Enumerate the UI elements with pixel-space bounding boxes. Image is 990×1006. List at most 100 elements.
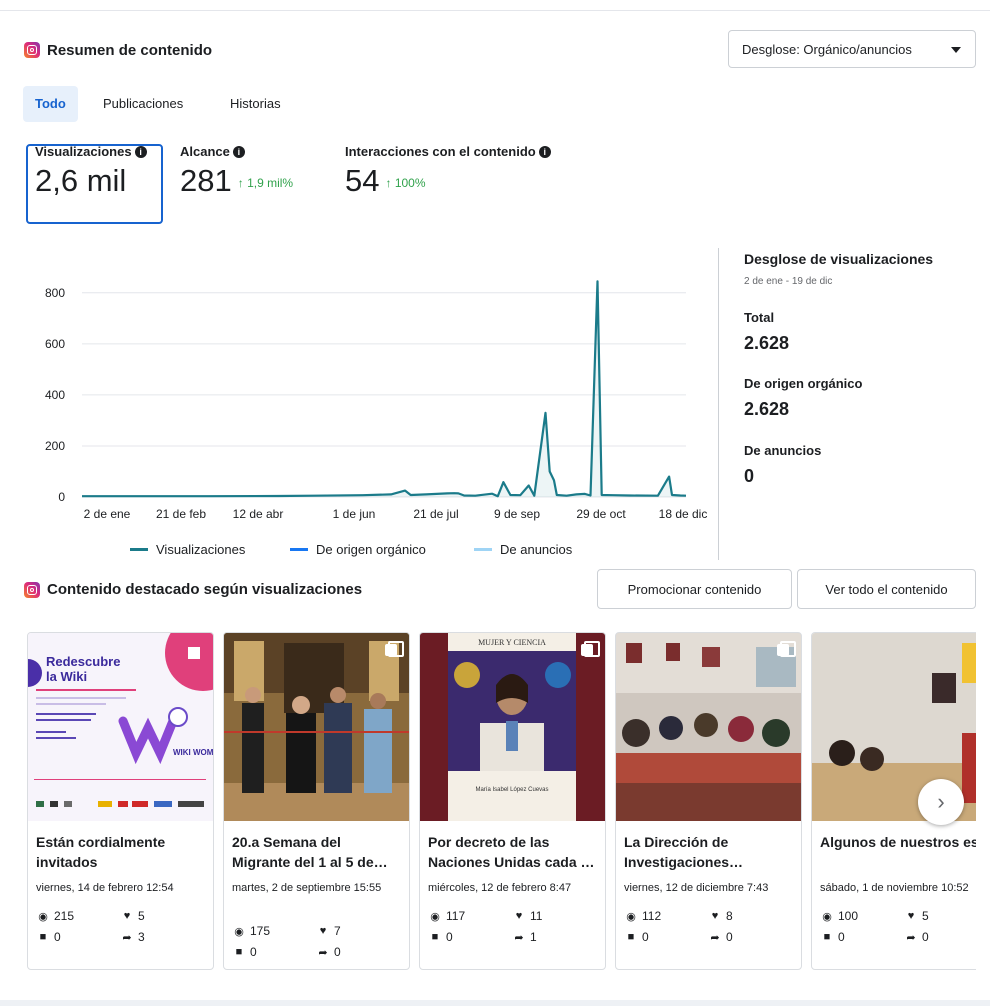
x-tick-label: 12 de abr xyxy=(233,507,284,521)
share-icon: ➦ xyxy=(906,931,916,944)
heart-icon: ♥ xyxy=(319,925,327,937)
top-divider xyxy=(0,10,990,11)
legend-views[interactable]: Visualizaciones xyxy=(130,542,245,557)
heart-icon: ♥ xyxy=(123,910,131,922)
share-icon: ➦ xyxy=(318,946,328,959)
views-count: 117 xyxy=(446,909,466,923)
comment-icon: ■ xyxy=(235,946,243,958)
eye-icon: ◉ xyxy=(430,910,440,923)
comments-count: 0 xyxy=(446,930,453,944)
shares-count: 0 xyxy=(726,930,733,944)
legend-ads[interactable]: De anuncios xyxy=(474,542,572,557)
likes-count: 5 xyxy=(138,909,145,923)
shares-stat: ➦ 3 xyxy=(120,930,144,944)
views-count: 112 xyxy=(642,909,662,923)
vertical-divider xyxy=(718,248,719,560)
share-icon: ➦ xyxy=(122,931,132,944)
views-count: 175 xyxy=(250,924,271,938)
breakdown-ads-label: De anuncios xyxy=(744,443,822,458)
breakdown-title: Desglose de visualizaciones xyxy=(744,251,934,267)
eye-icon: ◉ xyxy=(626,910,636,923)
views-count: 100 xyxy=(838,909,859,923)
likes-count: 8 xyxy=(726,909,733,923)
post-date: martes, 2 de septiembre 15:55 xyxy=(232,882,382,894)
post-title: 20.a Semana del Migrante del 1 al 5 de s… xyxy=(232,834,374,870)
share-icon: ➦ xyxy=(514,931,524,944)
comment-icon: ■ xyxy=(627,931,635,943)
y-tick-label: 400 xyxy=(45,388,65,402)
metric-interactions[interactable]: Interacciones con el contenido i 54 ↑ 100% xyxy=(345,144,551,199)
metric-interactions-value: 54 xyxy=(345,163,380,198)
carousel-post-icon xyxy=(385,641,404,657)
x-tick-label: 21 de jul xyxy=(413,507,458,521)
y-tick-label: 600 xyxy=(45,337,65,351)
comment-icon: ■ xyxy=(431,931,439,943)
breakdown-organic-label: De origen orgánico xyxy=(744,376,863,391)
comments-stat: ■ 0 xyxy=(232,945,257,959)
info-icon[interactable]: i xyxy=(134,145,147,158)
post-title: Por decreto de las Naciones Unidas cada … xyxy=(428,834,596,870)
view-all-content-button[interactable]: Ver todo el contenido xyxy=(797,569,976,609)
shares-stat: ➦ 0 xyxy=(708,930,733,944)
comments-count: 0 xyxy=(54,930,61,944)
shares-stat: ➦ 0 xyxy=(316,945,341,959)
legend-label: De origen orgánico xyxy=(316,542,426,557)
breakdown-dropdown[interactable]: Desglose: Orgánico/anuncios xyxy=(728,30,976,68)
carousel-post-icon xyxy=(777,641,796,657)
comments-stat: ■ 0 xyxy=(624,930,649,944)
poster-caption: María Isabel López Cuevas xyxy=(475,787,548,793)
eye-icon: ◉ xyxy=(822,910,832,923)
metric-reach-delta: ↑ 1,9 mil% xyxy=(237,175,294,190)
classroom-photo xyxy=(616,633,801,821)
comments-stat: ■ 0 xyxy=(820,930,845,944)
shares-stat: ➦ 0 xyxy=(904,930,928,944)
eye-icon: ◉ xyxy=(38,910,48,923)
bottom-edge xyxy=(0,1000,990,1006)
post-title: Algunos de nuestros estudiantes UTEC m..… xyxy=(820,834,990,850)
share-icon: ➦ xyxy=(710,931,720,944)
tab-todo[interactable]: Todo xyxy=(23,86,78,122)
legend-swatch xyxy=(474,548,492,551)
x-tick-label: 18 de dic xyxy=(659,507,708,521)
heart-icon: ♥ xyxy=(711,910,719,922)
y-tick-label: 0 xyxy=(58,490,65,504)
metric-interactions-label: Interacciones con el contenido xyxy=(345,144,536,159)
poster-header: MUJER Y CIENCIA xyxy=(478,638,546,647)
breakdown-organic-value: 2.628 xyxy=(744,399,790,419)
likes-stat: ♥ 5 xyxy=(120,909,145,923)
tab-publicaciones[interactable]: Publicaciones xyxy=(91,86,195,122)
post-thumbnail: MUJER Y CIENCIA María Isabel López Cueva… xyxy=(420,633,605,821)
views-stat: ◉ 215 xyxy=(36,909,74,923)
post-card[interactable]: 20.a Semana del Migrante del 1 al 5 de s… xyxy=(223,632,410,970)
tab-historias[interactable]: Historias xyxy=(218,86,293,122)
metric-views[interactable]: Visualizaciones i 2,6 mil xyxy=(35,144,147,199)
metric-reach[interactable]: Alcance i 281 ↑ 1,9 mil% xyxy=(180,144,293,199)
flyer-logo: WIKI WOMEN LAB xyxy=(173,748,213,757)
shares-count: 0 xyxy=(334,945,341,959)
views-count: 215 xyxy=(54,909,75,923)
eye-icon: ◉ xyxy=(234,925,244,938)
legend-label: Visualizaciones xyxy=(156,542,246,557)
chevron-right-icon[interactable]: › xyxy=(918,779,964,825)
post-card[interactable]: Redescubrela Wiki WIKI WOMEN LAB xyxy=(27,632,214,970)
info-icon[interactable]: i xyxy=(232,145,245,158)
post-card[interactable]: La Dirección de Investigaciones Científi… xyxy=(615,632,802,970)
breakdown-total-value: 2.628 xyxy=(744,333,790,353)
x-tick-label: 21 de feb xyxy=(156,507,206,521)
promote-content-button[interactable]: Promocionar contenido xyxy=(597,569,792,609)
post-thumbnail: Redescubrela Wiki WIKI WOMEN LAB xyxy=(28,633,213,821)
likes-stat: ♥ 8 xyxy=(708,909,733,923)
info-icon[interactable]: i xyxy=(538,145,551,158)
breakdown-total-label: Total xyxy=(744,310,775,325)
likes-stat: ♥ 7 xyxy=(316,924,341,938)
x-tick-label: 1 de jun xyxy=(333,507,376,521)
instagram-icon xyxy=(24,582,40,598)
post-date: miércoles, 12 de febrero 8:47 xyxy=(428,882,572,894)
ribbon-cutting-photo xyxy=(224,633,409,821)
comments-count: 0 xyxy=(838,930,845,944)
legend-organic[interactable]: De origen orgánico xyxy=(290,542,426,557)
comments-count: 0 xyxy=(250,945,257,959)
post-card[interactable]: MUJER Y CIENCIA María Isabel López Cueva… xyxy=(419,632,606,970)
mujer-y-ciencia-poster: MUJER Y CIENCIA María Isabel López Cueva… xyxy=(420,633,605,821)
shares-stat: ➦ 1 xyxy=(512,930,536,944)
